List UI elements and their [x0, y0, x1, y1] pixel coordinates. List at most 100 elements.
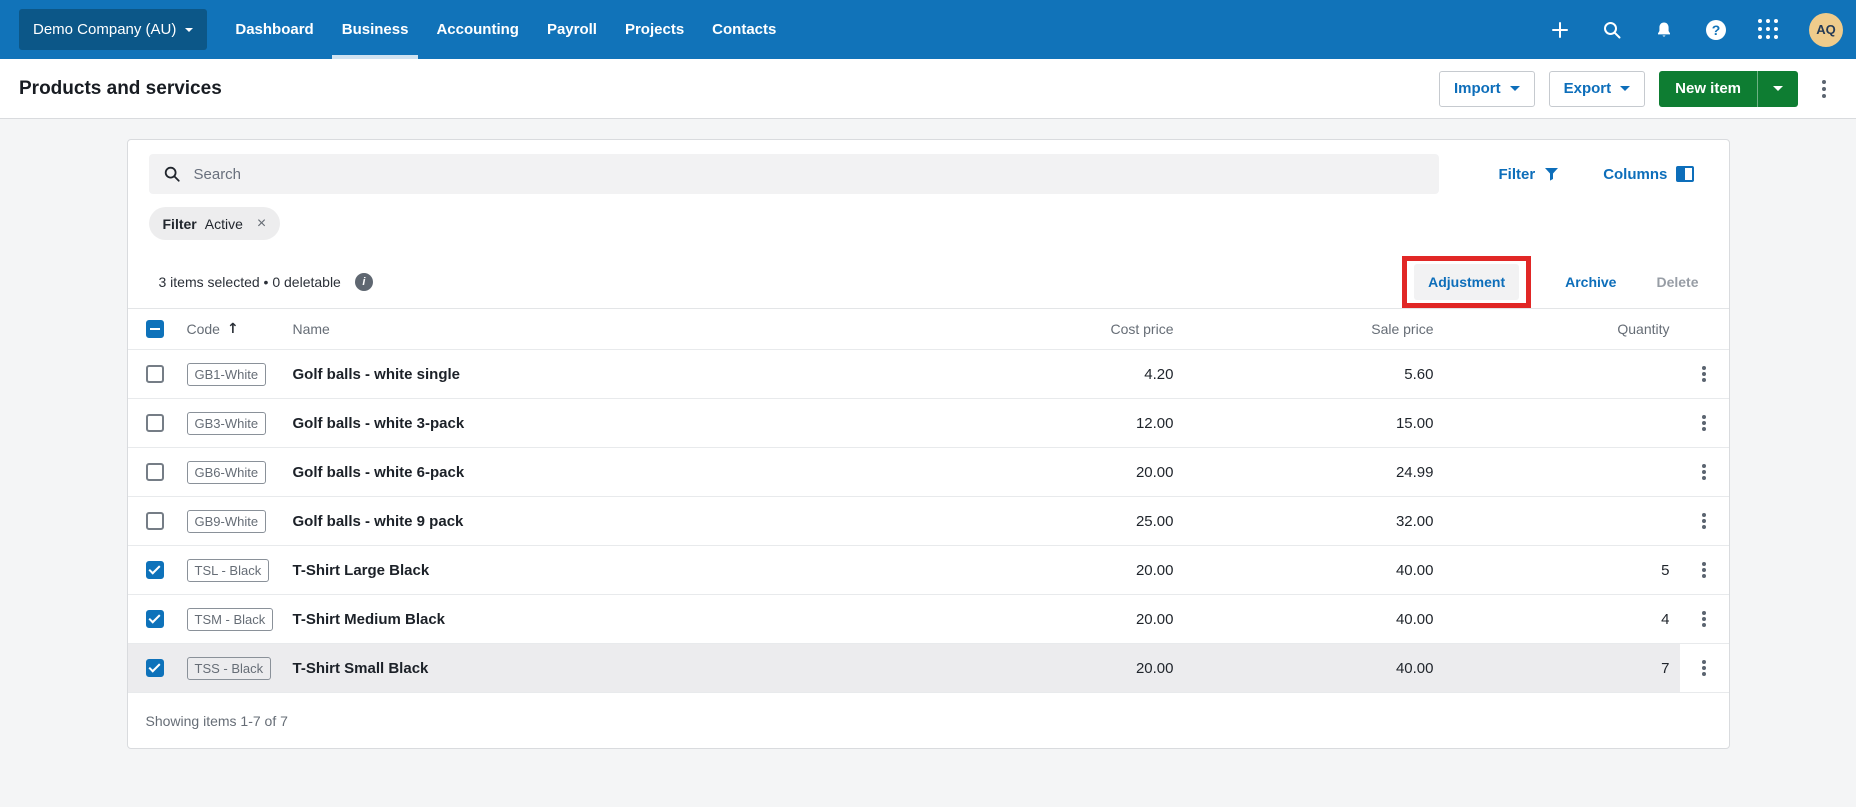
item-name[interactable]: T-Shirt Small Black [293, 660, 429, 677]
nav-item-contacts[interactable]: Contacts [698, 0, 790, 59]
row-checkbox[interactable] [145, 610, 164, 628]
nav-item-projects[interactable]: Projects [611, 0, 698, 59]
new-item-dropdown-button[interactable] [1757, 70, 1798, 107]
kebab-icon [1822, 86, 1826, 91]
item-name[interactable]: Golf balls - white single [293, 366, 461, 383]
item-code-badge: GB9-White [186, 509, 267, 533]
item-code-badge: GB3-White [186, 411, 267, 435]
plus-icon[interactable] [1549, 19, 1571, 41]
item-name[interactable]: T-Shirt Large Black [293, 562, 430, 579]
kebab-icon [1702, 421, 1706, 425]
search-icon [164, 166, 180, 182]
search-input[interactable] [191, 164, 1439, 184]
quantity-cell: 4 [1661, 610, 1670, 628]
row-checkbox[interactable] [145, 414, 164, 432]
filter-chips: Filter Active × [128, 194, 1729, 240]
kebab-icon [1702, 372, 1706, 376]
bell-icon[interactable] [1653, 19, 1675, 41]
row-checkbox[interactable] [145, 561, 164, 579]
columns-button[interactable]: Columns [1603, 166, 1695, 183]
page-header: Products and services Import Export New … [0, 59, 1856, 119]
export-button[interactable]: Export [1548, 70, 1646, 107]
cost-price-cell: 25.00 [1135, 512, 1174, 530]
cost-price-cell: 20.00 [1135, 463, 1174, 481]
annotation-highlight: Adjustment [1402, 256, 1532, 308]
column-header-sale-price[interactable]: Sale price [1184, 321, 1444, 337]
row-menu-button[interactable] [1692, 503, 1716, 539]
row-checkbox[interactable] [145, 659, 164, 677]
cost-price-cell: 20.00 [1135, 659, 1174, 677]
kebab-icon [1702, 470, 1706, 474]
row-menu-button[interactable] [1692, 454, 1716, 490]
org-selector-label: Demo Company (AU) [33, 21, 177, 38]
row-checkbox[interactable] [145, 512, 164, 530]
nav-item-business[interactable]: Business [328, 0, 423, 59]
import-button[interactable]: Import [1438, 70, 1535, 107]
table-row[interactable]: GB3-White Golf balls - white 3-pack 12.0… [127, 399, 1729, 448]
item-code-badge: TSS - Black [186, 656, 272, 680]
sale-price-cell: 5.60 [1404, 365, 1434, 383]
column-header-name[interactable]: Name [293, 321, 984, 337]
column-header-code[interactable]: Code [187, 321, 220, 337]
item-code-badge: TSM - Black [186, 607, 274, 631]
kebab-icon [1702, 568, 1706, 572]
chevron-down-icon [185, 27, 194, 32]
row-menu-button[interactable] [1692, 650, 1716, 686]
chevron-down-icon [1620, 86, 1631, 91]
header-actions: Import Export New item [1438, 70, 1856, 107]
table-row[interactable]: TSM - Black T-Shirt Medium Black 20.00 4… [127, 595, 1729, 644]
table-body: GB1-White Golf balls - white single 4.20… [127, 350, 1729, 693]
org-selector[interactable]: Demo Company (AU) [19, 9, 208, 50]
row-menu-button[interactable] [1692, 601, 1716, 637]
nav-item-payroll[interactable]: Payroll [533, 0, 611, 59]
row-menu-button[interactable] [1692, 356, 1716, 392]
filter-chip-active[interactable]: Filter Active × [148, 207, 281, 240]
filter-button[interactable]: Filter [1499, 166, 1560, 183]
table-header: Code ↑ Name Cost price Sale price Quanti… [127, 309, 1729, 350]
close-icon[interactable]: × [257, 215, 266, 232]
help-icon[interactable]: ? [1705, 19, 1727, 41]
sale-price-cell: 40.00 [1395, 659, 1434, 677]
select-all-checkbox[interactable] [145, 320, 164, 338]
table-row[interactable]: TSL - Black T-Shirt Large Black 20.00 40… [127, 546, 1729, 595]
row-checkbox[interactable] [145, 365, 164, 383]
info-icon[interactable]: i [354, 273, 373, 291]
item-name[interactable]: T-Shirt Medium Black [293, 611, 446, 628]
table-row[interactable]: GB6-White Golf balls - white 6-pack 20.0… [127, 448, 1729, 497]
column-header-quantity[interactable]: Quantity [1444, 321, 1680, 337]
funnel-icon [1545, 168, 1559, 181]
table-row[interactable]: GB9-White Golf balls - white 9 pack 25.0… [127, 497, 1729, 546]
search-box [148, 154, 1439, 194]
bulk-actions: Adjustment Archive Delete [1402, 256, 1728, 308]
search-row: Filter Columns [128, 140, 1729, 194]
search-icon[interactable] [1601, 19, 1623, 41]
apps-grid-icon[interactable] [1757, 18, 1779, 41]
row-checkbox[interactable] [145, 463, 164, 481]
table-row[interactable]: GB1-White Golf balls - white single 4.20… [127, 350, 1729, 399]
sale-price-cell: 15.00 [1395, 414, 1434, 432]
nav-item-dashboard[interactable]: Dashboard [221, 0, 327, 59]
item-name[interactable]: Golf balls - white 9 pack [293, 513, 464, 530]
row-menu-button[interactable] [1692, 405, 1716, 441]
sale-price-cell: 40.00 [1395, 610, 1434, 628]
adjustment-button[interactable]: Adjustment [1414, 264, 1520, 300]
overflow-menu-button[interactable] [1812, 71, 1836, 107]
quantity-cell: 7 [1661, 659, 1670, 677]
archive-button[interactable]: Archive [1559, 273, 1622, 291]
page-title: Products and services [19, 77, 222, 99]
items-card: Filter Columns Filter Active × 3 items s… [126, 139, 1730, 749]
cost-price-cell: 20.00 [1135, 610, 1174, 628]
item-name[interactable]: Golf balls - white 6-pack [293, 464, 465, 481]
selection-bar: 3 items selected • 0 deletable i Adjustm… [127, 256, 1729, 309]
kebab-icon [1702, 666, 1706, 670]
item-name[interactable]: Golf balls - white 3-pack [293, 415, 465, 432]
avatar[interactable]: AQ [1809, 12, 1843, 47]
row-menu-button[interactable] [1692, 552, 1716, 588]
new-item-button[interactable]: New item [1659, 70, 1757, 107]
table-row[interactable]: TSS - Black T-Shirt Small Black 20.00 40… [127, 644, 1729, 693]
nav-item-accounting[interactable]: Accounting [422, 0, 533, 59]
delete-button[interactable]: Delete [1650, 273, 1704, 291]
column-header-cost-price[interactable]: Cost price [984, 321, 1184, 337]
sale-price-cell: 32.00 [1395, 512, 1434, 530]
page-content: Filter Columns Filter Active × 3 items s… [0, 119, 1856, 807]
